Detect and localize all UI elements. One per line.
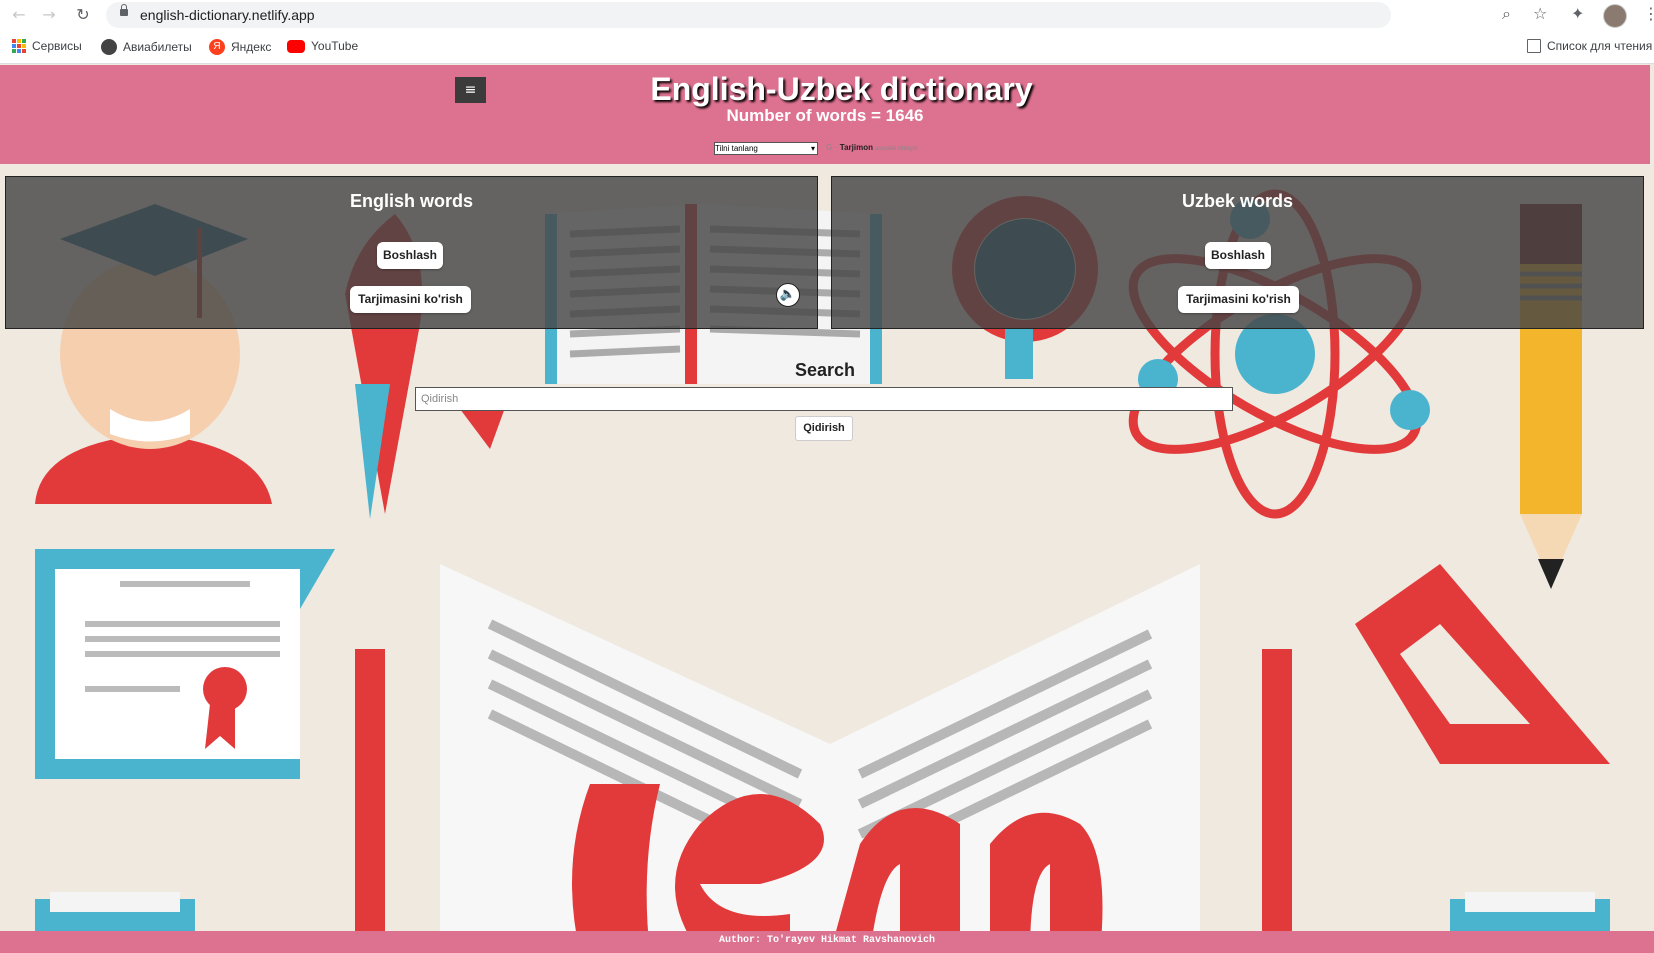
english-start-button[interactable]: Boshlash <box>377 242 443 269</box>
english-translate-button[interactable]: Tarjimasini ko'rish <box>350 286 471 313</box>
language-select[interactable]: Tilni tanlang ▾ <box>714 142 818 155</box>
address-bar[interactable]: english-dictionary.netlify.app <box>106 2 1391 28</box>
page-title: English-Uzbek dictionary <box>650 71 1033 107</box>
translate-powered: Tarjimon <box>839 143 873 152</box>
apps-grid-icon <box>12 39 26 53</box>
zoom-icon[interactable]: ⌕ <box>1502 4 1511 24</box>
bookmark-label: YouTube <box>311 39 359 53</box>
chevron-down-icon: ▾ <box>810 144 815 153</box>
word-count: Number of words = 1646 <box>726 106 924 125</box>
bookmark-services[interactable]: Сервисы <box>12 39 82 53</box>
avatar[interactable] <box>1603 4 1627 28</box>
footer-author: Author: To'rayev Hikmat Ravshanovich <box>0 931 1654 953</box>
bookmark-flights[interactable]: Авиабилеты <box>101 39 192 55</box>
lock-icon[interactable] <box>120 4 128 16</box>
bookmark-label: Яндекс <box>231 40 272 54</box>
uzbek-translate-button[interactable]: Tarjimasini ko'rish <box>1178 286 1299 313</box>
youtube-icon <box>287 39 305 53</box>
extensions-icon[interactable]: ✦ <box>1571 4 1584 23</box>
bookmark-label: Авиабилеты <box>123 40 192 54</box>
google-logo-icon: G·· <box>826 143 840 152</box>
reading-list-label: Список для чтения <box>1547 39 1653 53</box>
reading-list[interactable]: Список для чтения <box>1527 39 1652 53</box>
site-header: ≡ English-Uzbek dictionary Number of wor… <box>0 65 1650 164</box>
english-words-panel: English words Boshlash Tarjimasini ko'ri… <box>5 176 818 329</box>
reload-icon[interactable]: ↻ <box>72 4 94 26</box>
yandex-icon: Я <box>209 39 225 55</box>
speaker-icon[interactable]: 🔈 <box>776 283 800 307</box>
panel-title: Uzbek words <box>1181 191 1294 211</box>
menu-dots-icon[interactable]: ⋮ <box>1643 4 1654 23</box>
bookmarks-bar: Сервисы Авиабилеты Я Яндекс YouTube Спис… <box>0 30 1654 64</box>
back-icon[interactable]: ← <box>8 4 30 26</box>
browser-toolbar: ← → ↻ english-dictionary.netlify.app ⌕ ☆… <box>0 0 1654 30</box>
translate-attribution[interactable]: G·· Tarjimon asosida ishlaydi <box>826 143 918 152</box>
language-select-value: Tilni tanlang <box>715 144 758 153</box>
bookmark-label: Сервисы <box>32 39 82 53</box>
uzbek-start-button[interactable]: Boshlash <box>1205 242 1271 269</box>
star-icon[interactable]: ☆ <box>1533 4 1547 23</box>
uzbek-words-panel: Uzbek words Boshlash Tarjimasini ko'rish <box>831 176 1644 329</box>
search-button[interactable]: Qidirish <box>795 416 853 441</box>
translate-suffix: asosida ishlaydi <box>875 146 918 152</box>
bookmark-youtube[interactable]: YouTube <box>287 39 358 53</box>
forward-icon[interactable]: → <box>38 4 60 26</box>
globe-icon <box>101 39 117 55</box>
panel-title: English words <box>349 191 473 211</box>
page: ≡ English-Uzbek dictionary Number of wor… <box>0 64 1654 953</box>
reading-list-icon <box>1527 39 1541 53</box>
search-input[interactable] <box>415 387 1233 411</box>
search-heading: Search <box>794 360 856 380</box>
bookmark-yandex[interactable]: Я Яндекс <box>209 39 271 55</box>
url-text[interactable]: english-dictionary.netlify.app <box>140 7 315 23</box>
